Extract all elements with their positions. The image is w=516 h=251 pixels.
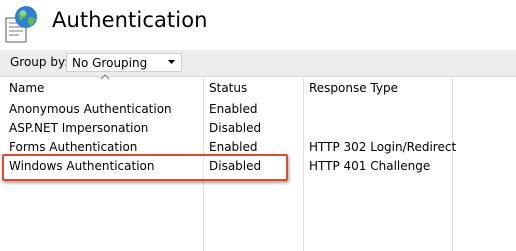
- authentication-page: Authentication Group by: No Grouping Nam…: [0, 0, 516, 251]
- row-name: ASP.NET Impersonation: [9, 121, 149, 135]
- row-response-type: HTTP 401 Challenge: [309, 159, 431, 173]
- page-title: Authentication: [52, 8, 208, 32]
- table-row[interactable]: Forms Authentication Enabled HTTP 302 Lo…: [0, 138, 516, 157]
- group-by-label: Group by:: [10, 55, 69, 69]
- column-header-response-type[interactable]: Response Type: [309, 81, 398, 95]
- column-header-name[interactable]: Name: [9, 81, 44, 95]
- row-name: Windows Authentication: [9, 159, 155, 173]
- row-name: Anonymous Authentication: [9, 102, 172, 116]
- column-header-status[interactable]: Status: [209, 81, 247, 95]
- features-list: Name Status Response Type Anonymous Auth…: [0, 78, 516, 251]
- row-status: Disabled: [209, 159, 262, 173]
- row-status: Disabled: [209, 121, 262, 135]
- row-status: Enabled: [209, 140, 258, 154]
- group-by-toolbar: Group by: No Grouping: [0, 50, 516, 77]
- table-row[interactable]: ASP.NET Impersonation Disabled: [0, 119, 516, 138]
- table-row[interactable]: Windows Authentication Disabled HTTP 401…: [0, 157, 516, 176]
- row-status: Enabled: [209, 102, 258, 116]
- group-by-dropdown[interactable]: No Grouping: [66, 53, 182, 72]
- globe-document-icon: [5, 6, 37, 43]
- row-name: Forms Authentication: [9, 140, 138, 154]
- chevron-down-icon: [168, 60, 175, 64]
- row-response-type: HTTP 302 Login/Redirect: [309, 140, 457, 154]
- group-by-value: No Grouping: [72, 56, 148, 70]
- table-row[interactable]: Anonymous Authentication Enabled: [0, 100, 516, 119]
